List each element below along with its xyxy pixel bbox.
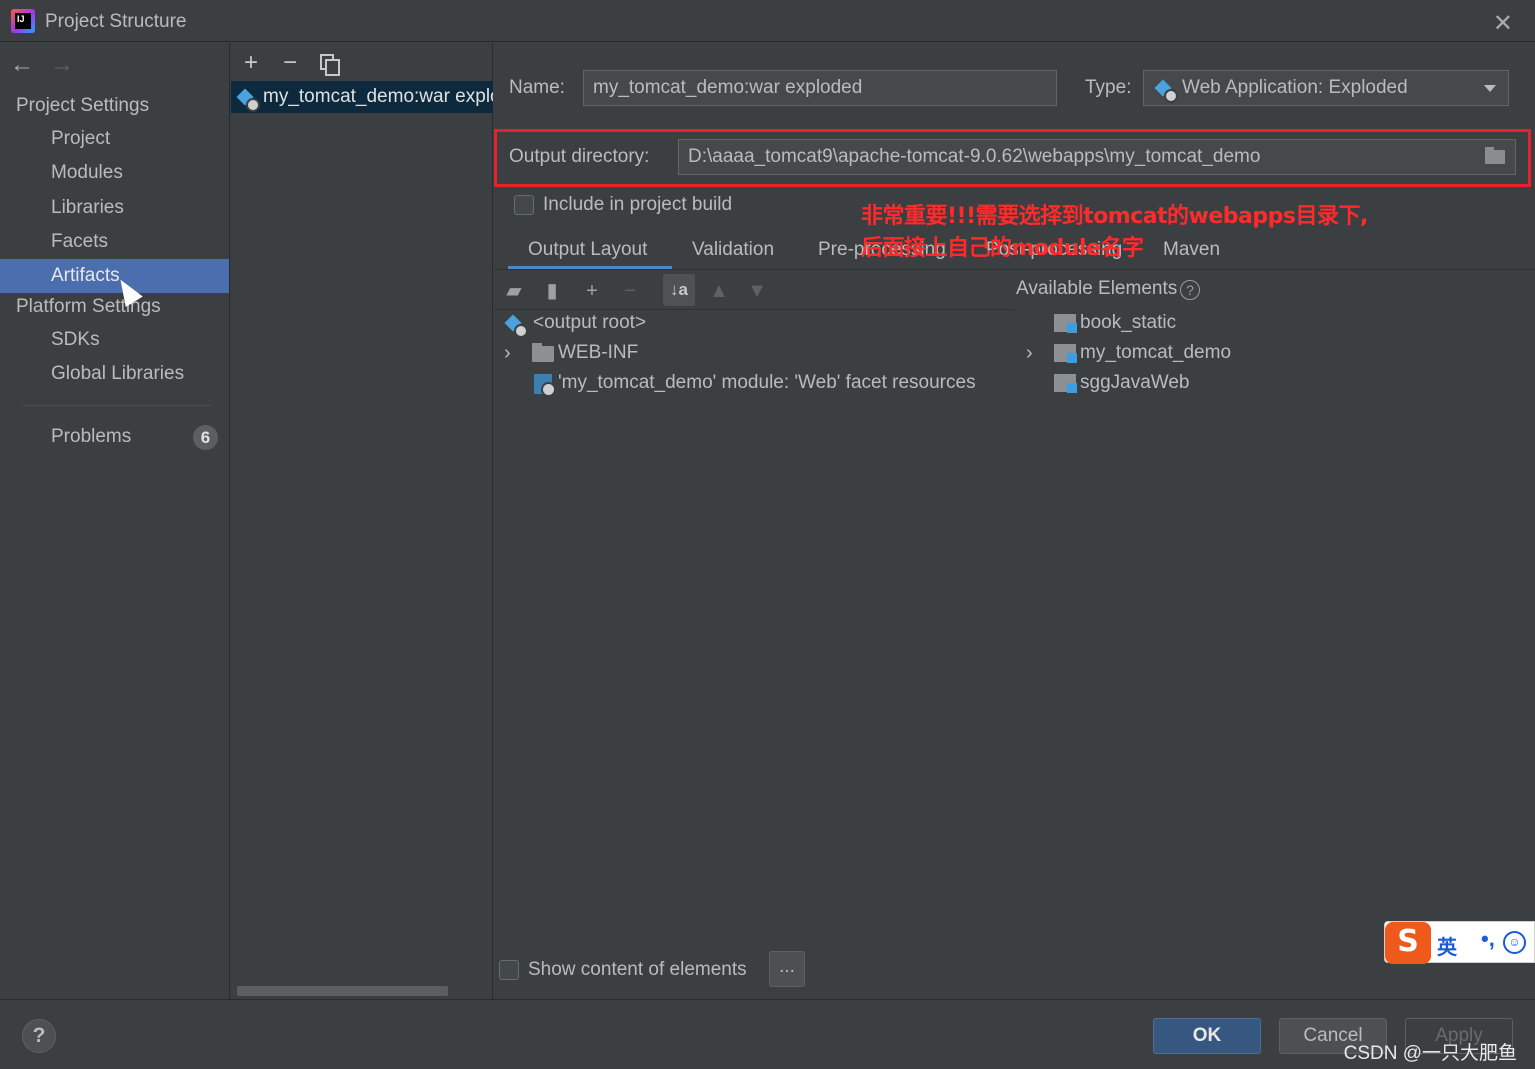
module-icon bbox=[1054, 314, 1077, 333]
add-copy-icon[interactable]: + bbox=[580, 279, 604, 303]
dropdown-arrow-icon bbox=[1484, 85, 1496, 92]
tab-validation[interactable]: Validation bbox=[692, 239, 774, 261]
ok-button[interactable]: OK bbox=[1153, 1018, 1261, 1054]
output-directory-label: Output directory: bbox=[509, 146, 650, 167]
add-icon[interactable]: + bbox=[237, 49, 265, 77]
sogou-logo-icon[interactable]: S bbox=[1385, 922, 1431, 964]
move-down-icon[interactable]: ▼ bbox=[745, 279, 769, 303]
dialog-footer: ? OK Cancel Apply CSDN @一只大肥鱼 bbox=[0, 999, 1535, 1069]
help-button[interactable]: ? bbox=[22, 1019, 56, 1053]
sidebar-item-sdks[interactable]: SDKs bbox=[0, 323, 229, 357]
type-label: Type: bbox=[1085, 77, 1132, 98]
create-directory-icon[interactable]: ▰ bbox=[502, 279, 526, 303]
artifacts-list-panel: + − my_tomcat_demo:war exploded bbox=[231, 43, 493, 999]
sidebar-item-project[interactable]: Project bbox=[0, 122, 229, 156]
include-build-label[interactable]: Include in project build bbox=[543, 194, 732, 216]
web-facet-icon bbox=[534, 374, 556, 397]
artifact-list-item[interactable]: my_tomcat_demo:war exploded bbox=[231, 81, 493, 113]
show-content-options-button[interactable]: ... bbox=[769, 951, 805, 987]
browse-folder-icon[interactable] bbox=[1485, 147, 1505, 164]
sidebar-item-facets[interactable]: Facets bbox=[0, 225, 229, 259]
remove-icon[interactable]: − bbox=[276, 49, 304, 77]
type-combobox[interactable]: Web Application: Exploded bbox=[1143, 70, 1509, 106]
ime-language-toggle[interactable]: 英 bbox=[1437, 931, 1457, 960]
tree-row-web-inf[interactable]: › WEB-INF bbox=[504, 338, 638, 368]
back-arrow-icon[interactable]: ← bbox=[10, 51, 34, 79]
intellij-logo-icon: IJ bbox=[11, 9, 35, 33]
show-content-checkbox[interactable] bbox=[499, 960, 519, 980]
horizontal-scrollbar[interactable] bbox=[237, 986, 448, 996]
emoji-icon[interactable]: ☺ bbox=[1503, 931, 1526, 954]
include-build-checkbox[interactable] bbox=[514, 195, 534, 215]
problems-count-badge: 6 bbox=[193, 425, 218, 450]
forward-arrow-icon[interactable]: → bbox=[50, 51, 74, 79]
available-elements-label: Available Elements bbox=[1016, 278, 1178, 299]
show-content-label[interactable]: Show content of elements bbox=[528, 959, 747, 981]
tree-row-facet-resources[interactable]: 'my_tomcat_demo' module: 'Web' facet res… bbox=[504, 368, 976, 398]
create-archive-icon[interactable]: ▮ bbox=[540, 279, 564, 303]
sidebar-item-modules[interactable]: Modules bbox=[0, 156, 229, 190]
available-item-my-tomcat-demo[interactable]: › my_tomcat_demo bbox=[1026, 338, 1231, 368]
sidebar-item-global-libraries[interactable]: Global Libraries bbox=[0, 357, 229, 391]
ime-toolbar[interactable]: S 英 •, ☺ bbox=[1384, 921, 1535, 964]
name-label: Name: bbox=[509, 77, 565, 98]
section-project-settings: Project Settings bbox=[16, 95, 150, 116]
module-icon bbox=[1054, 374, 1077, 393]
tree-row-output-root[interactable]: <output root> bbox=[504, 308, 646, 338]
sidebar-item-libraries[interactable]: Libraries bbox=[0, 191, 229, 225]
output-directory-value: D:\aaaa_tomcat9\apache-tomcat-9.0.62\web… bbox=[688, 146, 1261, 167]
annotation-line-1: 非常重要!!!需要选择到tomcat的webapps目录下, bbox=[861, 204, 1368, 229]
window-title: Project Structure bbox=[45, 11, 187, 32]
web-inf-label: WEB-INF bbox=[558, 342, 639, 363]
module-icon bbox=[1054, 344, 1077, 363]
web-artifact-icon bbox=[236, 88, 260, 112]
tab-output-layout[interactable]: Output Layout bbox=[528, 239, 647, 261]
web-artifact-icon bbox=[1154, 79, 1178, 103]
chevron-right-icon[interactable]: › bbox=[1026, 338, 1033, 368]
name-field[interactable]: my_tomcat_demo:war exploded bbox=[583, 70, 1057, 106]
available-item-book-static[interactable]: book_static bbox=[1054, 308, 1176, 338]
settings-sidebar: ← → Project Settings Project Modules Lib… bbox=[0, 43, 230, 999]
folder-icon bbox=[532, 343, 554, 362]
remove-element-icon[interactable]: − bbox=[618, 279, 642, 303]
ime-punctuation-toggle[interactable]: •, bbox=[1481, 926, 1495, 952]
close-icon[interactable]: ✕ bbox=[1493, 9, 1513, 38]
facet-resources-label: 'my_tomcat_demo' module: 'Web' facet res… bbox=[558, 372, 976, 393]
output-directory-field[interactable]: D:\aaaa_tomcat9\apache-tomcat-9.0.62\web… bbox=[678, 139, 1516, 175]
move-up-icon[interactable]: ▲ bbox=[707, 279, 731, 303]
copy-icon[interactable] bbox=[320, 54, 340, 76]
help-icon[interactable]: ? bbox=[1180, 280, 1200, 300]
sort-elements-icon[interactable]: ↓a bbox=[663, 274, 695, 306]
chevron-right-icon[interactable]: › bbox=[504, 338, 511, 368]
type-combobox-value: Web Application: Exploded bbox=[1182, 77, 1408, 98]
tab-bar-divider bbox=[494, 269, 1535, 270]
csdn-watermark: CSDN @一只大肥鱼 bbox=[1343, 1043, 1517, 1064]
sidebar-divider bbox=[22, 405, 212, 406]
available-item-sggjavaweb[interactable]: sggJavaWeb bbox=[1054, 368, 1190, 398]
artifact-editor: Name: my_tomcat_demo:war exploded Type: … bbox=[494, 43, 1535, 999]
section-platform-settings: Platform Settings bbox=[16, 296, 161, 317]
title-bar: IJ Project Structure ✕ bbox=[0, 0, 1535, 42]
output-root-icon bbox=[504, 314, 528, 338]
tab-maven[interactable]: Maven bbox=[1163, 239, 1220, 261]
artifact-item-label: my_tomcat_demo:war exploded bbox=[263, 86, 493, 107]
annotation-line-2: 后面接上自己的module名字 bbox=[861, 236, 1144, 261]
